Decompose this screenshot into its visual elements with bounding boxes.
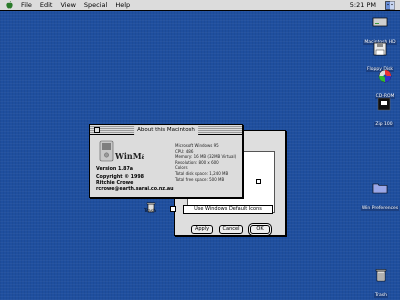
zip-disk-icon — [376, 96, 392, 111]
menu-view[interactable]: View — [56, 0, 79, 11]
system-info-line: Memory: 16 MB (32MB Virtual) — [175, 154, 237, 160]
menu-bar: File Edit View Special Help 5:21 PM — [0, 0, 400, 11]
use-windows-default-icons-button[interactable]: Use Windows Default Icons — [183, 205, 273, 214]
system-info-line: Total free space: 500 MB — [175, 176, 225, 182]
app-name: WinMac — [114, 151, 144, 161]
ok-button[interactable]: OK — [250, 225, 270, 234]
copyright-text: Copyright © 1998 Ritchie Crowe — [96, 175, 145, 186]
trash-label: Trash — [144, 209, 156, 214]
hard-disk-icon — [372, 14, 388, 28]
desktop-icon-trash[interactable]: Trash — [361, 267, 400, 300]
winmac-logo-icon: WinMac — [96, 139, 152, 165]
icon-preview-box[interactable] — [256, 179, 261, 184]
close-box-icon[interactable] — [94, 127, 100, 133]
app-version: Version 1.87a — [96, 167, 134, 172]
trash-icon — [373, 267, 389, 282]
desktop-icon-zip[interactable]: Zip 100 — [364, 96, 400, 129]
menu-special[interactable]: Special — [80, 0, 111, 11]
desktop-icon-label: Trash — [374, 293, 388, 298]
menu-file[interactable]: File — [17, 0, 36, 11]
menu-clock[interactable]: 5:21 PM — [350, 0, 376, 11]
menu-edit[interactable]: Edit — [36, 0, 57, 11]
cancel-button[interactable]: Cancel — [219, 225, 243, 234]
finder-icon[interactable] — [385, 1, 395, 10]
about-window-titlebar[interactable]: About this Macintosh — [90, 125, 242, 135]
desktop-icon-label: Zip 100 — [374, 122, 394, 127]
about-app-info: WinMac Version 1.87a Copyright © 1998 Ri… — [96, 139, 174, 193]
system-info: Microsoft Windows 95 CPU: 486 Memory: 16… — [175, 143, 241, 182]
author-email: rcrowe@earth.sarai.co.nz.au — [96, 187, 174, 192]
about-window-title: About this Macintosh — [134, 125, 198, 135]
menu-help[interactable]: Help — [111, 0, 134, 11]
icon-option-checkbox[interactable] — [170, 206, 176, 212]
about-window: About this Macintosh WinMac Version 1.87… — [89, 124, 243, 198]
cd-icon — [377, 68, 393, 83]
desktop-icon-win-preferences[interactable]: Win Preferences — [360, 180, 400, 213]
desktop-icon-label: Win Preferences — [360, 206, 400, 211]
folder-icon — [372, 180, 388, 194]
trash-icon[interactable] — [146, 198, 156, 213]
apple-icon[interactable] — [5, 1, 13, 9]
apply-button[interactable]: Apply — [191, 225, 213, 234]
floppy-icon — [372, 41, 388, 56]
